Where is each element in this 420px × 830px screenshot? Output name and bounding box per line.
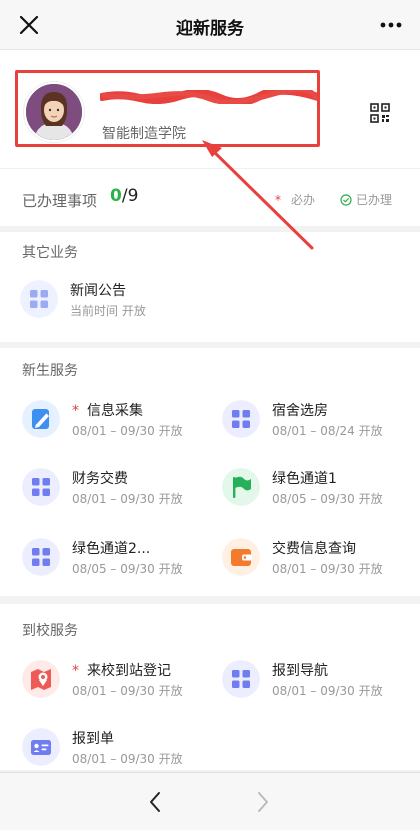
bottom-nav-bar [0, 772, 420, 830]
service-time: 08/01 – 09/30 开放 [72, 684, 183, 698]
grid-icon [222, 660, 260, 698]
id-card-icon [22, 728, 60, 766]
finished-legend: 已办理 [340, 191, 392, 208]
service-time: 08/05 – 09/30 开放 [272, 492, 383, 506]
service-green-channel-1[interactable]: 绿色通道1 08/05 – 09/30 开放 [222, 464, 412, 512]
back-chevron-icon[interactable] [148, 790, 162, 814]
done-count: 0 [110, 186, 122, 206]
service-time: 08/05 – 09/30 开放 [72, 562, 183, 576]
service-label: 信息采集 [87, 403, 143, 419]
required-star: * [72, 663, 79, 679]
service-green-channel-2[interactable]: 绿色通道2... 08/05 – 09/30 开放 [22, 534, 212, 582]
service-time: 08/01 – 09/30 开放 [272, 684, 383, 698]
more-icon[interactable] [380, 22, 402, 28]
service-news[interactable]: 新闻公告 当前时间 开放 [20, 276, 210, 324]
service-time: 08/01 – 09/30 开放 [72, 492, 183, 506]
required-legend: * 必办 [275, 191, 315, 208]
grid-icon [20, 280, 58, 318]
service-name: 报到单 [72, 731, 114, 747]
service-name: 绿色通道1 [272, 471, 337, 487]
total-count: /9 [121, 186, 139, 206]
service-time: 08/01 – 09/30 开放 [72, 424, 183, 438]
page-title: 迎新服务 [176, 19, 244, 39]
wallet-icon [222, 538, 260, 576]
service-label: 来校到站登记 [87, 663, 171, 679]
section-freshman: 新生服务 * 信息采集 08/01 – 09/30 开放 宿舍选房 08/01 –… [0, 348, 420, 596]
service-name: 新闻公告 [70, 283, 126, 299]
progress-label: 已办理事项 [22, 192, 98, 210]
required-star: * [275, 193, 281, 207]
service-payment-query[interactable]: 交费信息查询 08/01 – 09/30 开放 [222, 534, 412, 582]
section-arrival: 到校服务 * 来校到站登记 08/01 – 09/30 开放 报到导航 08/01… [0, 604, 420, 770]
service-name: 财务交费 [72, 471, 128, 487]
service-info-collect[interactable]: * 信息采集 08/01 – 09/30 开放 [22, 396, 212, 444]
progress-row: 已办理事项 0/9 * 必办 已办理 [0, 168, 420, 226]
grid-icon [222, 400, 260, 438]
top-bar: 迎新服务 [0, 0, 420, 50]
edit-form-icon [22, 400, 60, 438]
section-other: 其它业务 新闻公告 当前时间 开放 [0, 232, 420, 342]
service-station-register[interactable]: * 来校到站登记 08/01 – 09/30 开放 [22, 656, 212, 704]
service-time: 08/01 – 09/30 开放 [272, 562, 383, 576]
service-name: 绿色通道2... [72, 541, 151, 557]
service-dorm-select[interactable]: 宿舍选房 08/01 – 08/24 开放 [222, 396, 412, 444]
finished-label: 已办理 [356, 193, 393, 207]
section-title: 到校服务 [22, 623, 78, 639]
service-name: * 信息采集 [72, 400, 143, 420]
service-time: 当前时间 开放 [70, 304, 146, 318]
grid-icon [22, 538, 60, 576]
service-name: 宿舍选房 [272, 403, 328, 419]
required-label: 必办 [291, 193, 316, 207]
service-time: 08/01 – 08/24 开放 [272, 424, 383, 438]
grid-icon [22, 468, 60, 506]
service-finance-payment[interactable]: 财务交费 08/01 – 09/30 开放 [22, 464, 212, 512]
section-title: 新生服务 [22, 363, 78, 379]
annotation-highlight-box [15, 70, 320, 147]
service-report-form[interactable]: 报到单 08/01 – 09/30 开放 [22, 724, 212, 772]
service-report-navigation[interactable]: 报到导航 08/01 – 09/30 开放 [222, 656, 412, 704]
section-title: 其它业务 [22, 245, 78, 261]
forward-chevron-icon[interactable] [256, 790, 270, 814]
map-pin-icon [22, 660, 60, 698]
check-circle-icon [340, 194, 352, 206]
service-name: 交费信息查询 [272, 541, 356, 557]
service-name: 报到导航 [272, 663, 328, 679]
qrcode-icon[interactable] [370, 103, 390, 123]
service-time: 08/01 – 09/30 开放 [72, 752, 183, 766]
flag-icon [222, 468, 260, 506]
required-star: * [72, 403, 79, 419]
service-name: * 来校到站登记 [72, 660, 171, 680]
progress-count: 0/9 [110, 186, 138, 206]
